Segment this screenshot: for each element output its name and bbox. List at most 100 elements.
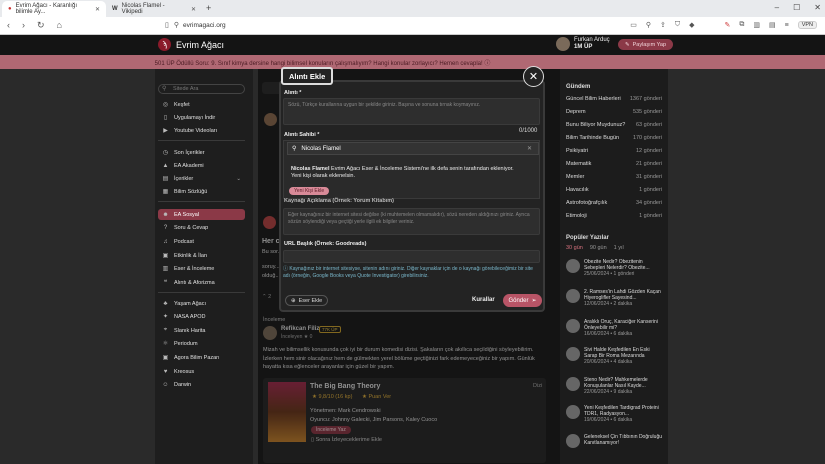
tab-90-gun[interactable]: 90 gün xyxy=(590,245,607,251)
extension-icon[interactable]: ◆ xyxy=(689,21,694,29)
sidebar-item-ea-akademi[interactable]: ▲ EA Akademi xyxy=(158,160,245,171)
sidebar-item-agora[interactable]: ▣ Agora Bilim Pazarı xyxy=(158,352,245,363)
chevron-down-icon[interactable]: ⌄ xyxy=(236,176,241,182)
evrim-agaci-logo-icon[interactable]: ϡ xyxy=(158,38,171,51)
url-input[interactable] xyxy=(283,250,540,263)
share-post-button[interactable]: ✎ Paylaşım Yap xyxy=(618,39,674,50)
avatar[interactable] xyxy=(556,37,570,51)
sidebar-item-soru-cevap[interactable]: ? Soru & Cevap xyxy=(158,222,245,233)
close-modal-button[interactable]: ✕ xyxy=(523,66,544,87)
announcement-banner[interactable]: 501 ÜP Ödüllü Soru: 9. Sınıf kimya dersi… xyxy=(0,55,825,69)
url-text[interactable]: evrimagaci.org xyxy=(183,22,226,29)
sidebar-item-periodum[interactable]: ⚛ Periodum xyxy=(158,338,245,349)
screen-icon[interactable]: ▭ xyxy=(630,21,637,29)
share-icon[interactable]: ⇪ xyxy=(660,21,666,29)
telescope-icon: ✦ xyxy=(162,314,169,320)
sidebar-item-kesfet[interactable]: ◎ Keşfet xyxy=(158,99,245,110)
close-tab-icon[interactable]: ✕ xyxy=(95,6,100,13)
site-info-icon[interactable]: ⚲ xyxy=(174,21,179,29)
sidebar-item-label: İçerikler xyxy=(174,175,194,182)
gundem-item[interactable]: Bilim Tarihinde Bugün 170 gönderi xyxy=(566,135,662,144)
back-icon[interactable]: ‹ xyxy=(7,20,10,31)
new-tab-icon[interactable]: + xyxy=(206,3,211,13)
search-icon[interactable]: ⚲ xyxy=(646,21,651,29)
sidebar-item-alinti[interactable]: ❝ Alıntı & Aforizma xyxy=(158,277,245,288)
popular-item[interactable]: Sivi Halde Keşfedilen En Eski Sarap Bir … xyxy=(566,347,662,365)
sidebar-item-label: Slanık Harita xyxy=(174,327,206,334)
compass-icon: ◎ xyxy=(162,102,169,108)
sidebar-item-eser-inceleme[interactable]: ▥ Eser & İnceleme xyxy=(158,263,245,274)
sidebar-item-bilim-sozlugu[interactable]: ▦ Bilim Sözlüğü xyxy=(158,186,245,197)
browser-tab-vikipedi[interactable]: W Nicolas Flamel - Vikipedi ✕ xyxy=(106,1,202,17)
gundem-item[interactable]: Havacılık 1 gönderi xyxy=(566,187,662,196)
popular-item-title: 2. Ramses'in Lahdi Gözden Kaçan Hiyerogl… xyxy=(584,289,661,301)
gundem-item[interactable]: Astrofotoğrafçılık 34 gönderi xyxy=(566,200,662,209)
minimize-icon[interactable]: – xyxy=(775,3,779,12)
shield-icon[interactable]: ⛉ xyxy=(675,21,680,29)
popular-item-meta: 20/06/2024 • 4 dakika xyxy=(584,359,633,365)
quote-textarea[interactable]: Sözü, Türkçe kurallarına uygun bir şekil… xyxy=(283,98,540,125)
gundem-item-count: 34 gönderi xyxy=(636,200,662,206)
owner-search-input[interactable]: ⚲ Nicolas Flamel ✕ xyxy=(287,142,539,155)
sidebar-item-darwin[interactable]: ☺ Darwin xyxy=(158,379,245,390)
gundem-item-count: 535 gönderi xyxy=(632,109,662,115)
people-icon: ☻ xyxy=(162,211,169,218)
sidebar-item-podcast[interactable]: ♫ Podcast xyxy=(158,236,245,247)
reload-icon[interactable]: ↻ xyxy=(37,20,45,31)
thumbnail-image xyxy=(566,377,580,391)
popular-item[interactable]: 2. Ramses'in Lahdi Gözden Kaçan Hiyerogl… xyxy=(566,289,662,307)
close-window-icon[interactable]: ✕ xyxy=(814,3,821,12)
sidebar-item-kreosus[interactable]: ♥ Kreosus xyxy=(158,366,245,377)
close-tab-icon[interactable]: ✕ xyxy=(191,6,196,13)
wallet-icon[interactable]: ▤ xyxy=(769,21,776,29)
search-icon: ⚲ xyxy=(162,86,167,92)
add-new-person-button[interactable]: Yeni Kişi Ekle xyxy=(289,187,330,195)
sidebar-item-harita[interactable]: ⌖ Slanık Harita xyxy=(158,325,245,336)
gundem-item[interactable]: Bunu Biliyor Muydunuz? 63 gönderi xyxy=(566,122,662,131)
window-icon[interactable]: ⧉ xyxy=(739,21,744,29)
clear-icon[interactable]: ✕ xyxy=(527,145,532,152)
bookmark-icon[interactable]: ▯ xyxy=(165,21,169,29)
sidebar-item-label: Etkinlik & İlan xyxy=(174,252,208,259)
forward-icon[interactable]: › xyxy=(22,20,25,31)
sidebar-item-etkinlik[interactable]: ▣ Etkinlik & İlan xyxy=(158,250,245,261)
sidebar-item-youtube[interactable]: ▶ Youtube Videoları xyxy=(158,125,245,136)
sidebar-icon[interactable]: ▥ xyxy=(753,21,760,29)
sidebar-item-nasa-apod[interactable]: ✦ NASA APOD xyxy=(158,311,245,322)
popular-item-title: Yeni Keşfedilen Tardigrad Proteini TDR1,… xyxy=(584,405,659,417)
sidebar-item-icerikler[interactable]: ▤ İçerikler ⌄ xyxy=(158,173,245,184)
popular-item[interactable]: Steno Nedir? Mahkemelerde Konuşulanlar N… xyxy=(566,377,662,395)
gundem-item-count: 31 gönderi xyxy=(636,174,662,180)
gundem-item[interactable]: Memler 31 gönderi xyxy=(566,174,662,183)
gundem-item[interactable]: Psikiyatri 12 gönderi xyxy=(566,148,662,157)
gundem-item[interactable]: Etimoloji 1 gönderi xyxy=(566,213,662,222)
menu-icon[interactable]: ≡ xyxy=(785,22,789,29)
gundem-item[interactable]: Deprem 535 gönderi xyxy=(566,109,662,118)
submit-button[interactable]: Gönder ➢ xyxy=(503,294,542,307)
pin-icon[interactable]: ✎ xyxy=(724,21,730,29)
gundem-item[interactable]: Matematik 21 gönderi xyxy=(566,161,662,170)
popular-item[interactable]: Geleneksel Çin Tıbbının Doğruluğu Kanıtl… xyxy=(566,434,662,448)
tab-1-yil[interactable]: 1 yıl xyxy=(614,245,624,251)
vpn-button[interactable]: VPN xyxy=(797,21,817,29)
tab-30-gun[interactable]: 30 gün xyxy=(566,245,583,251)
popular-item[interactable]: Yeni Keşfedilen Tardigrad Proteini TDR1,… xyxy=(566,405,662,423)
popular-item[interactable]: Obezite Nedir? Obezitenin Sebepleri Nele… xyxy=(566,259,662,277)
sidebar-item-son-icerikler[interactable]: ◷ Son İçerikler xyxy=(158,147,245,158)
browser-tab-evrimagaci[interactable]: ● Evrim Ağacı - Karanlığı bilimle Ay... … xyxy=(2,1,106,17)
sidebar-item-yasam-agaci[interactable]: ♣ Yaşam Ağacı xyxy=(158,298,245,309)
gundem-item[interactable]: Güncel Bilim Haberleri 1367 gönderi xyxy=(566,96,662,105)
popular-item[interactable]: Aralıklı Oruç, Karaciğer Kanserini Önley… xyxy=(566,319,662,337)
site-search-input[interactable]: Sitede Ara xyxy=(158,84,245,94)
source-textarea[interactable]: Eğer kaynağınız bir internet sitesi deği… xyxy=(283,208,540,235)
source-label: Kaynağı Açıklama (Örnek: Yorum Kitabım) xyxy=(284,198,394,204)
maximize-icon[interactable]: ☐ xyxy=(793,3,800,12)
sidebar-item-ea-sosyal[interactable]: ☻ EA Sosyal xyxy=(158,209,245,220)
sidebar-item-uygulama[interactable]: ▯ Uygulamayı İndir xyxy=(158,112,245,123)
rules-link[interactable]: Kurallar xyxy=(472,297,495,303)
site-name[interactable]: Evrim Ağacı xyxy=(176,40,224,50)
home-icon[interactable]: ⌂ xyxy=(57,20,62,31)
add-work-button[interactable]: ⊕ Eser Ekle xyxy=(285,295,329,306)
popular-item-title: Steno Nedir? Mahkemelerde Konuşulanlar N… xyxy=(584,377,648,389)
user-info[interactable]: Furkan Arduç 1M ÜP xyxy=(574,37,610,51)
